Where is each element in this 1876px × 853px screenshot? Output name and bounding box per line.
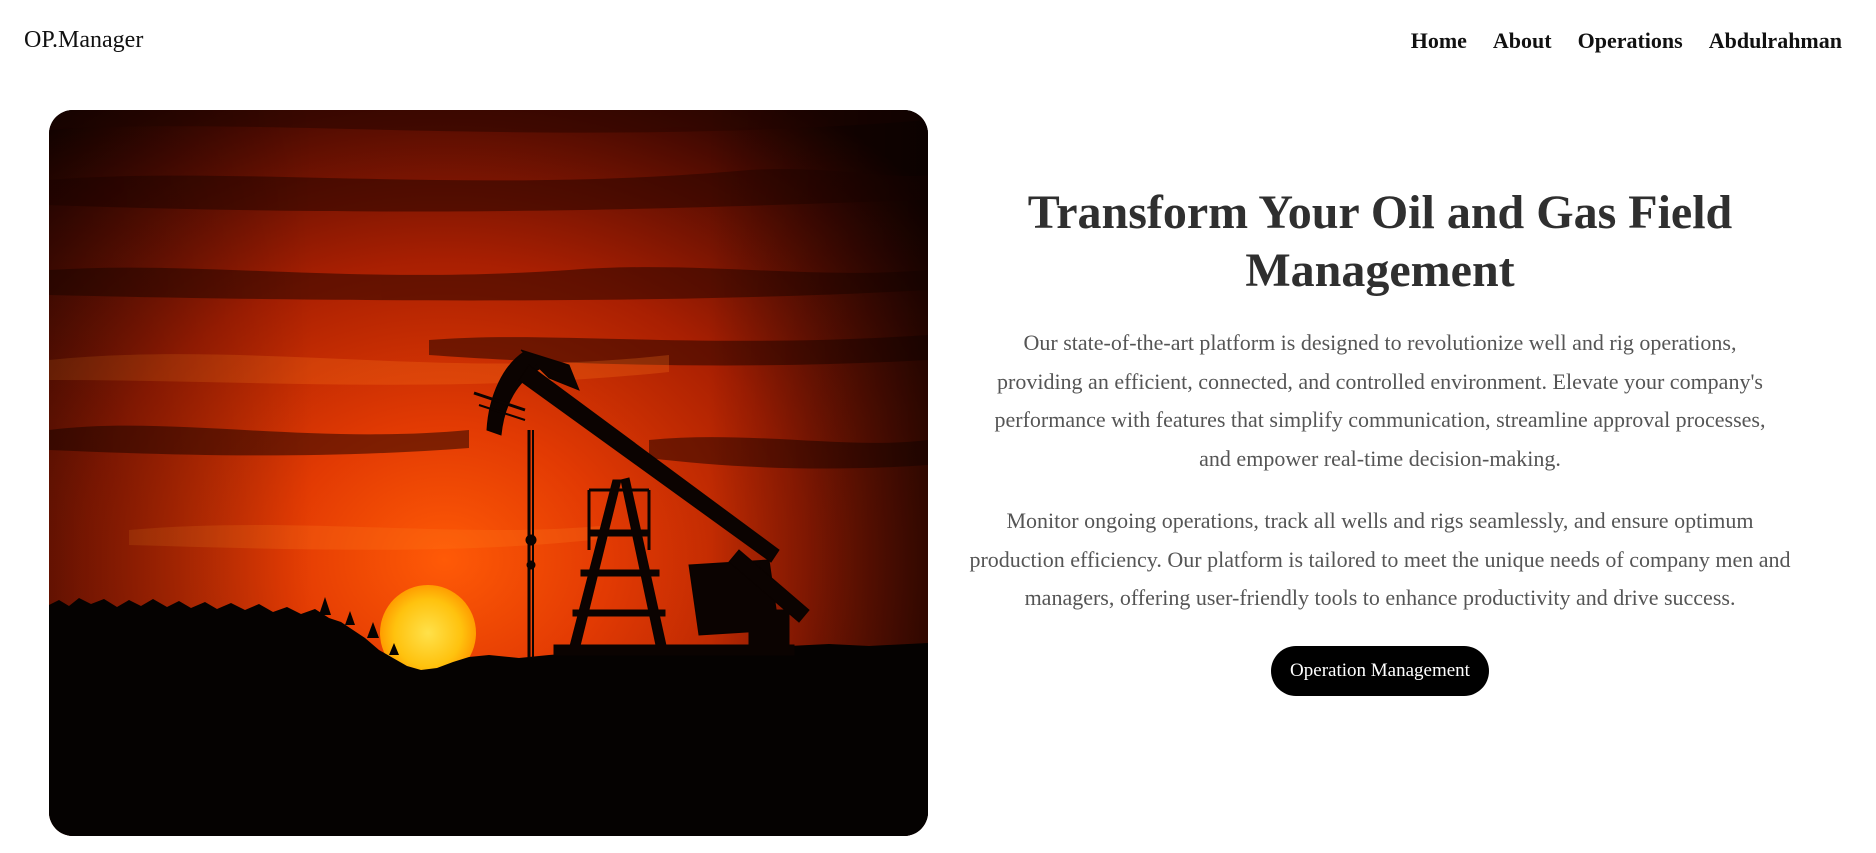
hero-description-2: Monitor ongoing operations, track all we… xyxy=(969,508,1791,610)
hero-section: Transform Your Oil and Gas Field Managem… xyxy=(966,184,1794,696)
nav-link-user[interactable]: Abdulrahman xyxy=(1709,28,1842,54)
hero-title: Transform Your Oil and Gas Field Managem… xyxy=(1027,186,1733,297)
nav-links: Home About Operations Abdulrahman xyxy=(1411,28,1842,54)
nav-link-home[interactable]: Home xyxy=(1411,28,1467,54)
nav-link-about[interactable]: About xyxy=(1493,28,1552,54)
navbar: OP.Manager Home About Operations Abdulra… xyxy=(0,0,1876,88)
pumpjack-sunset-illustration xyxy=(49,110,928,836)
hero-image-pumpjack-sunset xyxy=(49,110,928,836)
nav-link-operations[interactable]: Operations xyxy=(1578,28,1683,54)
hero-description-1: Our state-of-the-art platform is designe… xyxy=(994,330,1766,471)
operation-management-button[interactable]: Operation Management xyxy=(1271,645,1489,696)
brand-logo[interactable]: OP.Manager xyxy=(24,27,143,54)
